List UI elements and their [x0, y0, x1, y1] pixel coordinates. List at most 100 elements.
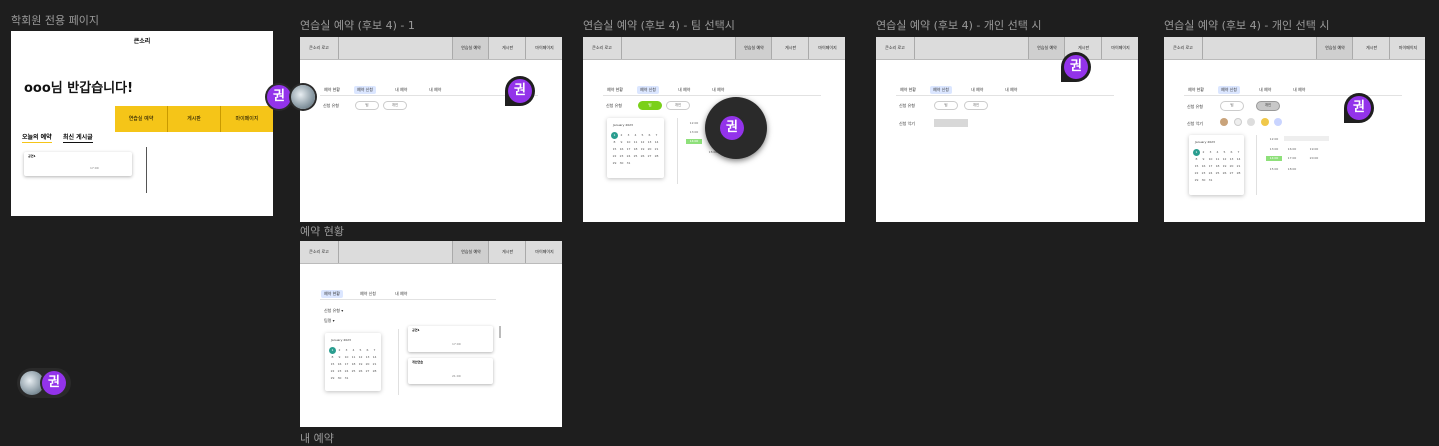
calendar-day[interactable]: 23: [336, 368, 343, 375]
nav-reserve[interactable]: 연습실 예약: [452, 241, 489, 263]
filter-team[interactable]: 팀명 ▾: [324, 318, 335, 324]
calendar-day[interactable]: 13: [364, 354, 371, 361]
nav-logo[interactable]: 큰소리 로고: [876, 37, 915, 59]
calendar-day[interactable]: 28: [371, 368, 378, 375]
calendar-day[interactable]: 4: [1214, 149, 1221, 156]
calendar-day[interactable]: 22: [1193, 170, 1200, 177]
calendar-day[interactable]: 4: [632, 132, 639, 139]
time-slot-selected[interactable]: 14:00: [1266, 156, 1282, 161]
calendar-day[interactable]: 31: [625, 160, 632, 167]
calendar-day[interactable]: 17: [625, 146, 632, 153]
tab-latest-posts[interactable]: 최신 게시글: [63, 132, 93, 143]
tab-my-1[interactable]: 내 예약: [1256, 86, 1274, 94]
calendar-day[interactable]: 18: [632, 146, 639, 153]
calendar-day[interactable]: 15: [329, 361, 336, 368]
tab-my[interactable]: 내 예약: [392, 290, 410, 298]
calendar-day[interactable]: 20: [1228, 163, 1235, 170]
tab-my-2[interactable]: 내 예약: [709, 86, 727, 94]
calendar-day[interactable]: 6: [1228, 149, 1235, 156]
user-avatar[interactable]: 권: [1064, 55, 1088, 79]
tab-my-1[interactable]: 내 예약: [392, 86, 410, 94]
keyboard-icon[interactable]: [1247, 118, 1255, 126]
team-option[interactable]: 팀: [355, 101, 379, 110]
calendar-day[interactable]: 15: [611, 146, 618, 153]
calendar-day[interactable]: 3: [1207, 149, 1214, 156]
time-slot[interactable]: 17:00: [1284, 156, 1300, 161]
calendar-day[interactable]: 23: [618, 153, 625, 160]
user-avatar[interactable]: 권: [267, 85, 291, 109]
calendar-day[interactable]: 11: [350, 354, 357, 361]
calendar-day[interactable]: 3: [343, 347, 350, 354]
calendar-day[interactable]: 12: [357, 354, 364, 361]
calendar-day[interactable]: 25: [350, 368, 357, 375]
calendar-day[interactable]: 30: [336, 375, 343, 382]
calendar-day[interactable]: 27: [646, 153, 653, 160]
tab-today-reservations[interactable]: 오늘의 예약: [22, 132, 52, 143]
tab-status[interactable]: 예약 현황: [321, 86, 343, 94]
mic-icon[interactable]: [1274, 118, 1282, 126]
nav-mypage[interactable]: 마이페이지: [525, 241, 562, 263]
calendar-day[interactable]: 10: [1207, 156, 1214, 163]
calendar[interactable]: January 2023 1 2 3 4 5 6 7 8 9 10 11 12 13 14 15 16 17 18…: [1189, 135, 1244, 195]
calendar-day[interactable]: 21: [1235, 163, 1242, 170]
nav-mypage[interactable]: 마이페이지: [1389, 37, 1425, 59]
calendar-day[interactable]: 27: [1228, 170, 1235, 177]
calendar-day[interactable]: 13: [1228, 156, 1235, 163]
nav-reserve[interactable]: 연습실 예약: [735, 37, 772, 59]
calendar-day[interactable]: 20: [364, 361, 371, 368]
personal-option[interactable]: 개인: [1256, 101, 1280, 111]
calendar-day[interactable]: 15: [1193, 163, 1200, 170]
calendar-day[interactable]: 14: [653, 139, 660, 146]
calendar-day[interactable]: 24: [343, 368, 350, 375]
calendar-day[interactable]: 5: [639, 132, 646, 139]
time-slot[interactable]: 15:00: [1266, 167, 1282, 172]
nav-logo[interactable]: 큰소리 로고: [583, 37, 622, 59]
calendar-day[interactable]: 16: [618, 146, 625, 153]
calendar-day[interactable]: 16: [1200, 163, 1207, 170]
calendar[interactable]: January 2023 1 2 3 4 5 6 7 8 9 10 11 12 13 14 15 16 17 18…: [325, 333, 381, 391]
calendar-day[interactable]: 20: [646, 146, 653, 153]
calendar-day[interactable]: 17: [343, 361, 350, 368]
calendar-day[interactable]: 18: [350, 361, 357, 368]
calendar-day[interactable]: 21: [653, 146, 660, 153]
reserve-button[interactable]: 연습실 예약: [115, 106, 168, 132]
bass-icon[interactable]: [1261, 118, 1269, 126]
calendar-day[interactable]: 6: [646, 132, 653, 139]
calendar-day[interactable]: 4: [350, 347, 357, 354]
calendar-day[interactable]: 19: [639, 146, 646, 153]
calendar-days[interactable]: 1 2 3 4 5 6 7 8 9 10 11 12 13 14 15 16 17 18 19 20 21 22 23 24 2…: [329, 347, 378, 382]
nav-board[interactable]: 게시판: [488, 241, 526, 263]
team-option[interactable]: 팀: [638, 101, 662, 110]
calendar-day[interactable]: 1: [1193, 149, 1200, 156]
nav-mypage[interactable]: 마이페이지: [525, 37, 562, 59]
calendar-day[interactable]: 30: [1200, 177, 1207, 184]
calendar[interactable]: January 2023 1 2 3 4 5 6 7 8 9 10 11 12 13 14 15 16 17 18…: [607, 118, 664, 178]
calendar-day[interactable]: 19: [357, 361, 364, 368]
drum-icon[interactable]: [1234, 118, 1242, 126]
nav-logo[interactable]: 큰소리 로고: [1164, 37, 1203, 59]
calendar-day[interactable]: 3: [625, 132, 632, 139]
calendar-day[interactable]: 7: [371, 347, 378, 354]
tab-my-2[interactable]: 내 예약: [1290, 86, 1308, 94]
calendar-day[interactable]: 12: [639, 139, 646, 146]
calendar-days[interactable]: 1 2 3 4 5 6 7 8 9 10 11 12 13 14 15 16 17 18 19 20 21 22 23 24 2…: [611, 132, 660, 167]
calendar-day[interactable]: 30: [618, 160, 625, 167]
nav-logo[interactable]: 큰소리 로고: [300, 241, 339, 263]
calendar-day[interactable]: 26: [1221, 170, 1228, 177]
tab-apply[interactable]: 예약 신청: [930, 86, 952, 94]
user-avatar[interactable]: 권: [42, 371, 66, 395]
team-option[interactable]: 팀: [1220, 101, 1244, 111]
reservation-card[interactable]: 개인연습 21:00: [408, 358, 493, 384]
user-avatar[interactable]: 권: [508, 79, 532, 103]
time-slot[interactable]: 20:00: [1306, 156, 1322, 161]
reservation-card[interactable]: 공연1 17:00: [24, 152, 132, 176]
calendar-day[interactable]: 16: [336, 361, 343, 368]
calendar-day[interactable]: 31: [343, 375, 350, 382]
calendar-day[interactable]: 14: [1235, 156, 1242, 163]
time-slot[interactable]: 19:00: [1306, 147, 1322, 152]
calendar-day[interactable]: 10: [625, 139, 632, 146]
calendar-day[interactable]: 14: [371, 354, 378, 361]
time-slot[interactable]: 12:00: [1266, 137, 1282, 142]
tab-apply[interactable]: 예약 신청: [1218, 86, 1240, 94]
tab-my-2[interactable]: 내 예약: [426, 86, 444, 94]
